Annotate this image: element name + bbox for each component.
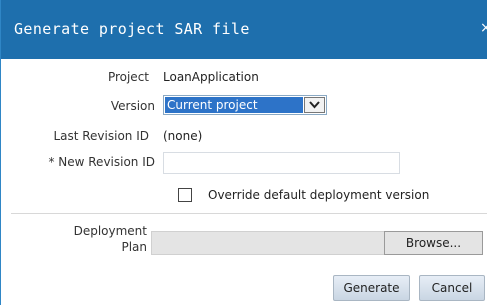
section-divider (11, 213, 487, 214)
last-revision-label: Last Revision ID (53, 129, 149, 143)
new-revision-label: * New Revision ID (48, 155, 155, 169)
override-version-checkbox[interactable] (178, 188, 192, 202)
project-label: Project (107, 70, 149, 84)
chevron-down-icon[interactable] (304, 97, 325, 113)
dialog-titlebar: Generate project SAR file × (1, 0, 487, 59)
close-icon[interactable]: × (480, 20, 487, 36)
dialog-title: Generate project SAR file (14, 20, 250, 38)
browse-button[interactable]: Browse... (384, 231, 483, 255)
generate-button[interactable]: Generate (333, 275, 410, 301)
version-selected-option: Current project (165, 97, 303, 113)
override-version-label: Override default deployment version (208, 188, 430, 202)
cancel-button[interactable]: Cancel (419, 275, 485, 301)
deployment-plan-label-line1: Deployment (73, 224, 147, 238)
deployment-plan-field[interactable] (151, 231, 384, 255)
generate-sar-dialog: Generate project SAR file × Project Loan… (0, 0, 487, 305)
new-revision-input[interactable] (163, 152, 400, 174)
version-label: Version (110, 99, 155, 113)
deployment-plan-label-line2: Plan (121, 240, 147, 254)
project-value: LoanApplication (163, 70, 259, 84)
version-select[interactable]: Current project (163, 95, 327, 115)
last-revision-value: (none) (163, 129, 203, 143)
